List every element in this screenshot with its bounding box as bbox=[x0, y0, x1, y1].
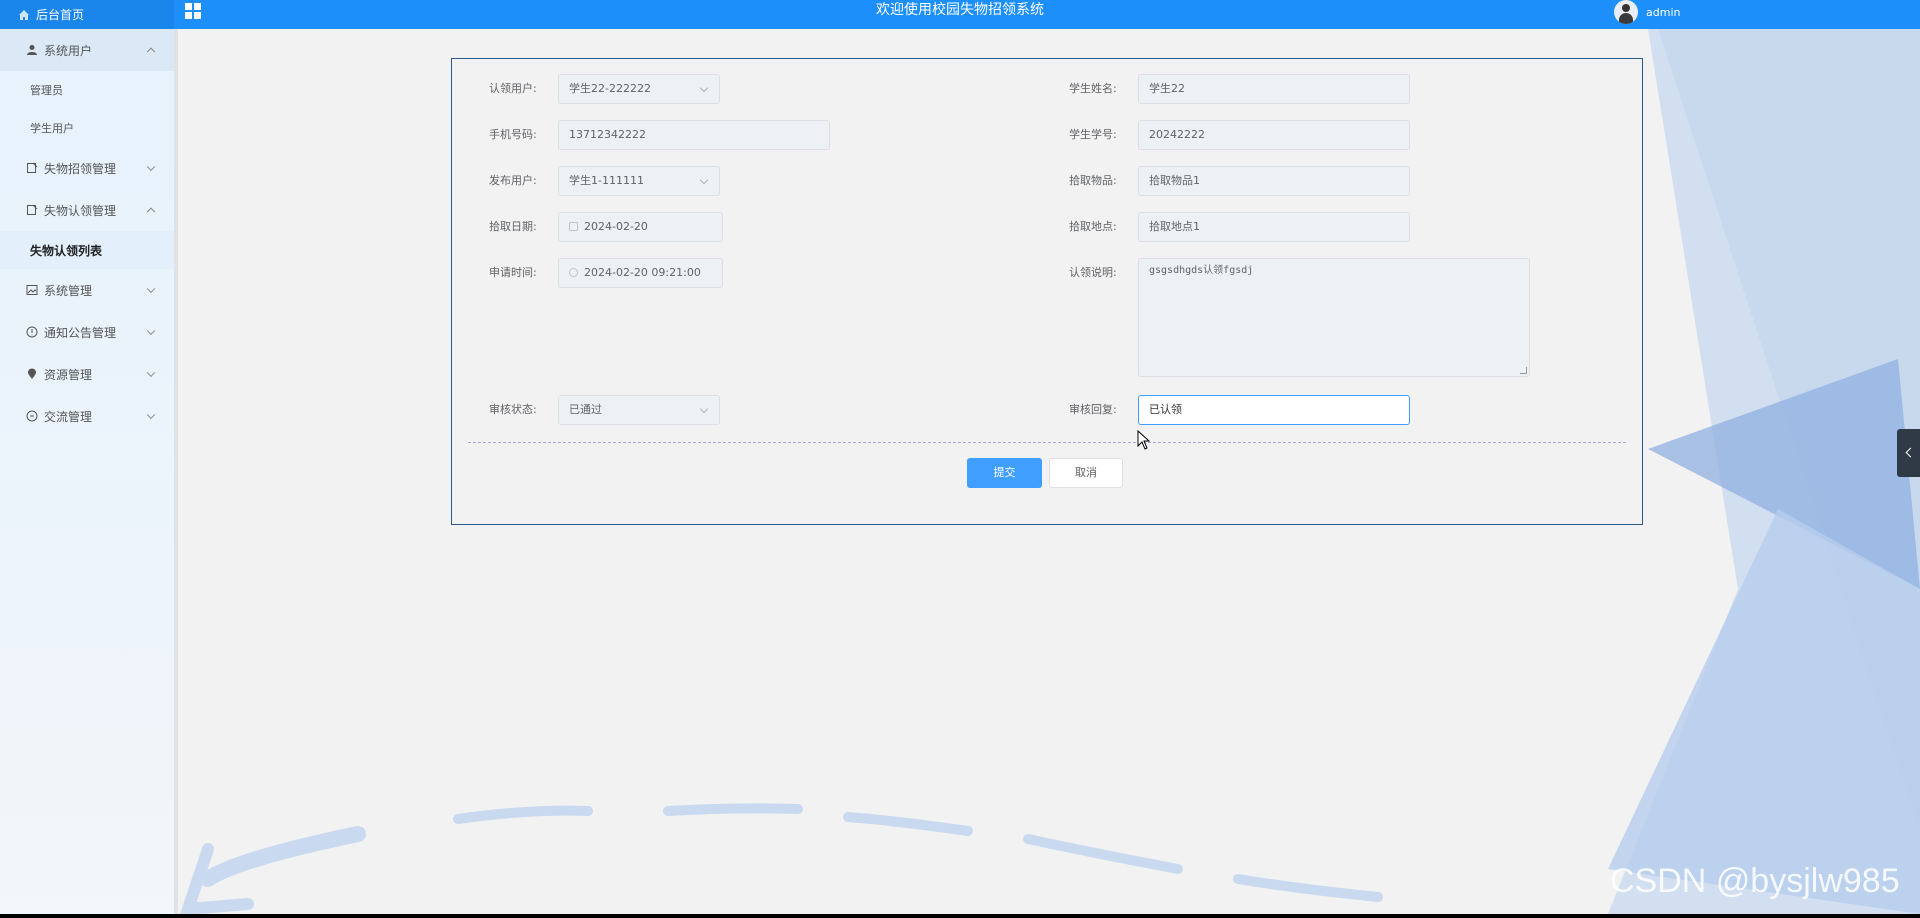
claim-desc-label: 认领说明: bbox=[1069, 266, 1117, 279]
sidebar-subitem-claim-list[interactable]: 失物认领列表 bbox=[0, 231, 174, 269]
claim-user-select[interactable]: 学生22-222222 bbox=[558, 74, 720, 104]
apply-time-picker[interactable]: 2024-02-20 09:21:00 bbox=[558, 258, 723, 288]
location-icon bbox=[28, 368, 36, 379]
claim-edit-form: 认领用户: 学生22-222222 学生姓名: 学生22 手机号码: 13712… bbox=[451, 58, 1643, 525]
sidebar-item-label: 通知公告管理 bbox=[44, 325, 117, 340]
sidebar-item-notice-management[interactable]: 通知公告管理 bbox=[0, 311, 174, 353]
user-icon bbox=[27, 45, 37, 55]
student-no-field[interactable]: 20242222 bbox=[1138, 120, 1410, 150]
sidebar-item-resource-management[interactable]: 资源管理 bbox=[0, 353, 174, 395]
pick-date-label: 拾取日期: bbox=[489, 220, 537, 233]
document-icon bbox=[27, 162, 38, 173]
pick-date-picker[interactable]: 2024-02-20 bbox=[558, 212, 723, 242]
chevron-down-icon bbox=[146, 162, 156, 172]
sidebar-item-label: 资源管理 bbox=[44, 367, 93, 382]
claim-user-label: 认领用户: bbox=[489, 82, 537, 95]
clock-icon bbox=[569, 268, 578, 277]
pick-date-value: 2024-02-20 bbox=[584, 220, 648, 233]
resize-handle-icon[interactable] bbox=[1520, 367, 1527, 374]
review-reply-label: 审核回复: bbox=[1069, 403, 1117, 416]
review-status-label: 审核状态: bbox=[489, 403, 537, 416]
username: admin bbox=[1646, 5, 1681, 19]
sidebar-item-system-users[interactable]: 系统用户 bbox=[0, 29, 174, 71]
sidebar-subitem-student-user[interactable]: 学生用户 bbox=[0, 109, 174, 147]
publish-user-select[interactable]: 学生1-111111 bbox=[558, 166, 720, 196]
sidebar-item-label: 失物招领管理 bbox=[44, 161, 117, 176]
chevron-up-icon bbox=[146, 207, 156, 217]
sidebar-item-system-management[interactable]: 系统管理 bbox=[0, 269, 174, 311]
sidebar-subitem-label: 管理员 bbox=[30, 84, 63, 97]
image-icon bbox=[26, 285, 38, 295]
submit-button[interactable]: 提交 bbox=[967, 458, 1042, 488]
chat-icon bbox=[26, 410, 38, 422]
chevron-down-icon bbox=[146, 284, 156, 294]
phone-field[interactable]: 13712342222 bbox=[558, 120, 830, 150]
item-label: 拾取物品: bbox=[1069, 174, 1117, 187]
form-divider bbox=[468, 442, 1626, 443]
sidebar-subitem-label: 失物认领列表 bbox=[30, 243, 103, 258]
sidebar-subitem-label: 学生用户 bbox=[30, 122, 74, 135]
pick-place-label: 拾取地点: bbox=[1069, 220, 1117, 233]
cancel-button[interactable]: 取消 bbox=[1049, 458, 1123, 488]
sidebar-item-label: 交流管理 bbox=[44, 409, 93, 424]
review-reply-input[interactable]: 已认领 bbox=[1138, 395, 1410, 425]
sidebar-item-lost-found[interactable]: 失物招领管理 bbox=[0, 147, 174, 189]
watermark: CSDN @bysjlw985 bbox=[1610, 862, 1900, 900]
pick-place-field[interactable]: 拾取地点1 bbox=[1138, 212, 1410, 242]
top-bar: 后台首页 欢迎使用校园失物招领系统 admin bbox=[0, 0, 1920, 29]
calendar-icon bbox=[569, 222, 578, 231]
phone-label: 手机号码: bbox=[489, 128, 537, 141]
avatar bbox=[1614, 0, 1638, 24]
sidebar-item-communication-management[interactable]: 交流管理 bbox=[0, 395, 174, 437]
student-name-field[interactable]: 学生22 bbox=[1138, 74, 1410, 104]
drawer-toggle-button[interactable] bbox=[1897, 429, 1920, 477]
sidebar-item-claim-management[interactable]: 失物认领管理 bbox=[0, 189, 174, 231]
sidebar-item-label: 系统用户 bbox=[44, 43, 93, 58]
apply-time-label: 申请时间: bbox=[489, 266, 537, 279]
chevron-down-icon bbox=[146, 368, 156, 378]
bottom-border bbox=[0, 914, 1920, 918]
review-status-select[interactable]: 已通过 bbox=[558, 395, 720, 425]
apply-time-value: 2024-02-20 09:21:00 bbox=[584, 266, 701, 279]
info-circle-icon bbox=[26, 326, 38, 338]
user-menu[interactable]: admin bbox=[1614, 0, 1680, 24]
mouse-cursor-icon bbox=[1137, 430, 1151, 450]
student-no-label: 学生学号: bbox=[1069, 128, 1117, 141]
sidebar-item-label: 系统管理 bbox=[44, 283, 93, 298]
sidebar: 系统用户 管理员 学生用户 失物招领管理 失物认领管理 失物认领列表 系统管理 … bbox=[0, 29, 174, 914]
chevron-down-icon bbox=[146, 410, 156, 420]
chevron-up-icon bbox=[146, 47, 156, 57]
document-icon bbox=[27, 204, 38, 215]
publish-user-label: 发布用户: bbox=[489, 174, 537, 187]
item-field[interactable]: 拾取物品1 bbox=[1138, 166, 1410, 196]
claim-desc-value: gsgsdhgds认领fgsdj bbox=[1149, 265, 1254, 276]
student-name-label: 学生姓名: bbox=[1069, 82, 1117, 95]
sidebar-item-label: 失物认领管理 bbox=[44, 203, 117, 218]
sidebar-subitem-admin[interactable]: 管理员 bbox=[0, 71, 174, 109]
chevron-down-icon bbox=[146, 326, 156, 336]
claim-desc-textarea[interactable]: gsgsdhgds认领fgsdj bbox=[1138, 258, 1530, 377]
